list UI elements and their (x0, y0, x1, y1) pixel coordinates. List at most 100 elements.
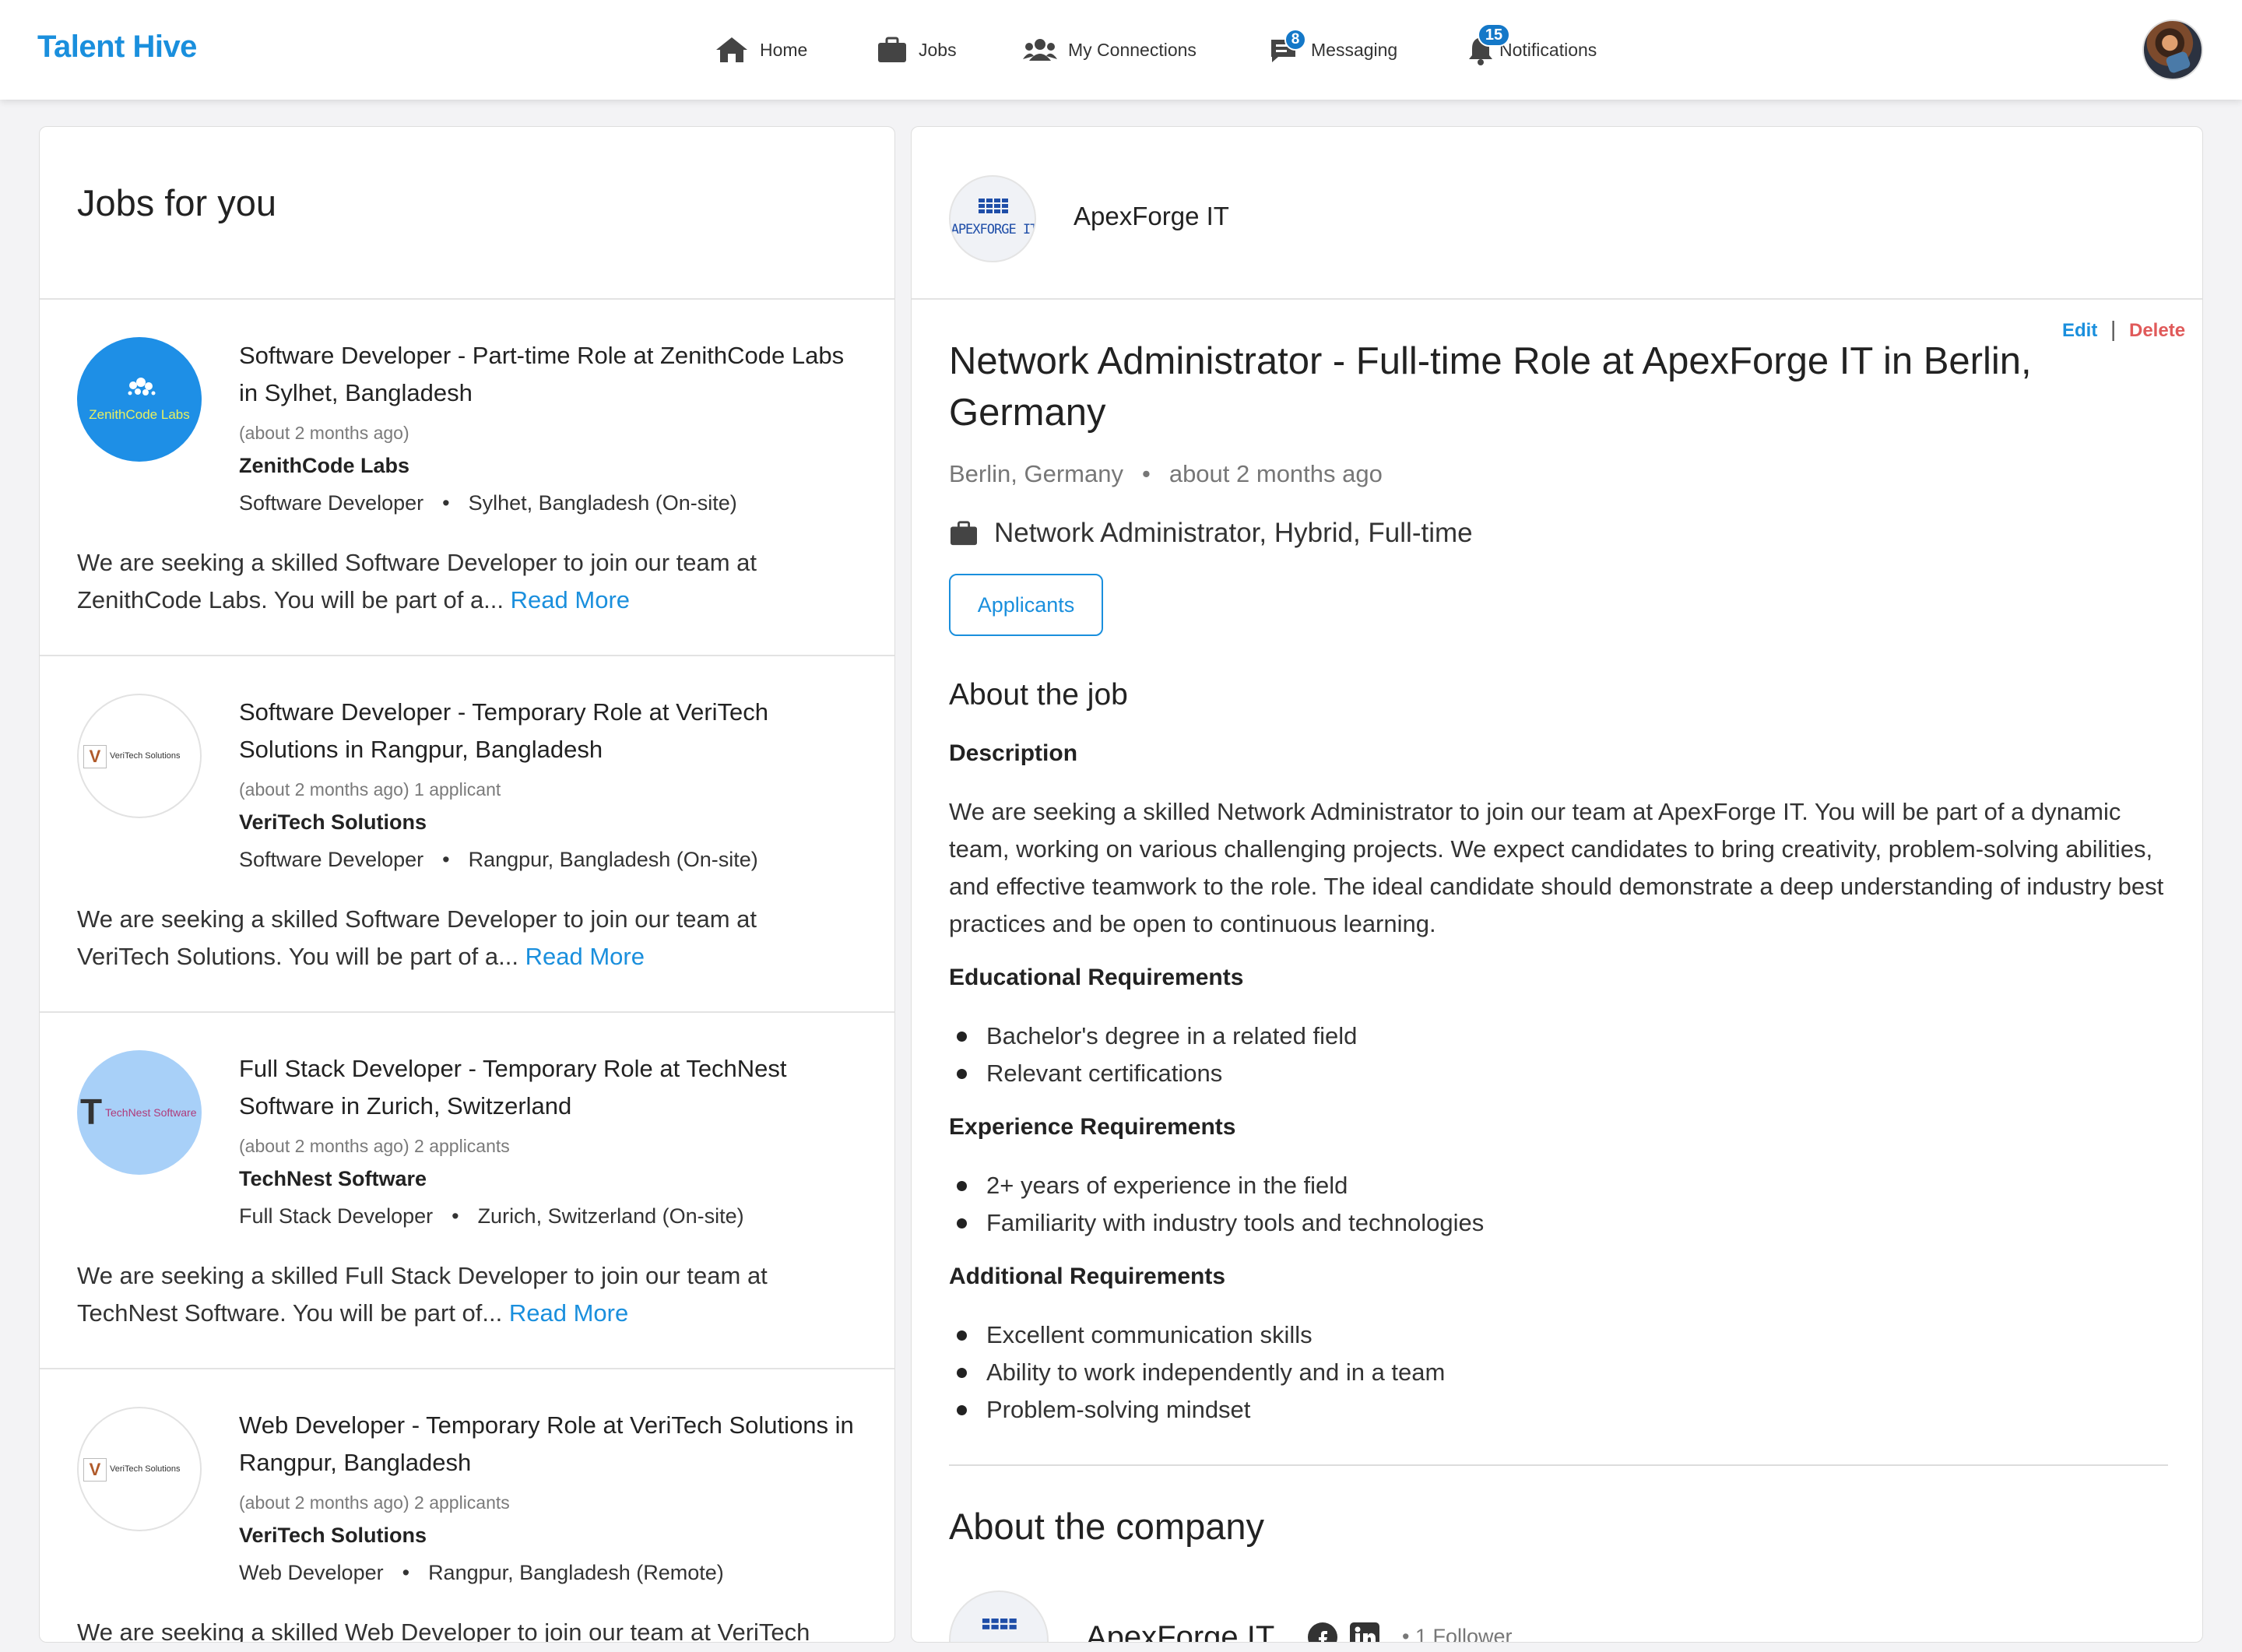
company-logo[interactable]: APEXFORGE IT (949, 175, 1036, 262)
read-more-link[interactable]: Read More (525, 943, 645, 970)
edit-link[interactable]: Edit (2062, 320, 2097, 342)
list-item: Bachelor's degree in a related field (949, 1018, 1357, 1055)
job-meta: (about 2 months ago) 2 applicants (239, 1492, 510, 1513)
read-more-link[interactable]: Read More (511, 586, 630, 613)
company-logo-text: APEXFORGE IT (951, 222, 1036, 237)
job-detail-type-text: Network Administrator, Hybrid, Full-time (994, 518, 1473, 548)
job-title[interactable]: Software Developer - Part-time Role at Z… (239, 337, 862, 412)
job-company: VeriTech Solutions (239, 810, 427, 834)
jobs-list-panel: Jobs for you ZenithCode Labs Software De… (39, 126, 895, 1643)
job-card[interactable]: V VeriTech Solutions Software Developer … (40, 656, 894, 1013)
job-description-text: We are seeking a skilled Software Develo… (77, 905, 757, 970)
social-links (1307, 1622, 1380, 1643)
job-title[interactable]: Software Developer - Temporary Role at V… (239, 694, 862, 768)
linkedin-icon[interactable] (1349, 1622, 1380, 1643)
bullet-separator: • (442, 491, 450, 515)
add-req-heading: Additional Requirements (949, 1264, 1226, 1289)
list-item: Problem-solving mindset (949, 1391, 1445, 1429)
job-detail-location: Berlin, Germany (949, 460, 1123, 487)
notifications-badge: 15 (1478, 23, 1510, 47)
people-icon (1023, 37, 1057, 62)
job-description: We are seeking a skilled Software Develo… (77, 544, 856, 619)
applicants-button[interactable]: Applicants (949, 574, 1103, 636)
job-company: ZenithCode Labs (239, 454, 410, 477)
job-location: Rangpur, Bangladesh (Remote) (428, 1561, 724, 1584)
add-req-list: Excellent communication skills Ability t… (949, 1316, 1445, 1429)
veritech-mark-icon: V (83, 1458, 107, 1482)
job-location: Rangpur, Bangladesh (On-site) (468, 848, 758, 871)
job-detail-meta: Berlin, Germany • about 2 months ago (949, 460, 1383, 488)
company-name[interactable]: ApexForge IT (1074, 202, 1229, 231)
about-company-heading: About the company (949, 1506, 1264, 1547)
job-company: TechNest Software (239, 1167, 427, 1190)
list-item: 2+ years of experience in the field (949, 1167, 1484, 1204)
home-icon (715, 36, 749, 64)
job-title[interactable]: Full Stack Developer - Temporary Role at… (239, 1050, 862, 1125)
briefcase-icon (877, 36, 908, 64)
job-location: Zurich, Switzerland (On-site) (477, 1204, 744, 1228)
message-icon: 8 (1269, 29, 1306, 65)
user-avatar[interactable] (2142, 19, 2203, 80)
company-logo-text: VeriTech Solutions (110, 751, 181, 761)
job-meta: (about 2 months ago) (239, 423, 409, 443)
veritech-mark-icon: V (83, 745, 107, 768)
job-detail-title: Network Administrator - Full-time Role a… (949, 340, 2032, 434)
messaging-badge: 8 (1284, 29, 1306, 51)
company-logo-small[interactable] (949, 1590, 1049, 1642)
bell-icon: 15 (1467, 23, 1510, 65)
job-meta: (about 2 months ago) 1 applicant (239, 779, 501, 800)
read-more-link[interactable]: Read More (509, 1299, 628, 1327)
detail-header: APEXFORGE IT ApexForge IT (912, 127, 2202, 300)
exp-req-heading: Experience Requirements (949, 1114, 1236, 1140)
followers-count: • 1 Follower (1402, 1625, 1513, 1642)
company-logo: V VeriTech Solutions (77, 694, 202, 818)
top-navbar: Talent Hive Home Jobs My Connections 8 M… (0, 0, 2242, 100)
jobs-list-header: Jobs for you (40, 127, 894, 300)
about-company-name[interactable]: ApexForge IT (1086, 1620, 1274, 1642)
nav-home-label: Home (760, 39, 808, 60)
company-logo-text: TechNest Software (105, 1106, 197, 1119)
nav-notifications[interactable]: 15 Notifications (1467, 0, 1597, 100)
job-detail-panel: APEXFORGE IT ApexForge IT Edit | Delete … (911, 126, 2203, 1643)
job-description: We are seeking a skilled Web Developer t… (77, 1614, 856, 1642)
nav-connections[interactable]: My Connections (1023, 0, 1197, 100)
nav-messaging[interactable]: 8 Messaging (1269, 0, 1397, 100)
section-divider (949, 1464, 2168, 1466)
briefcase-icon (951, 521, 977, 546)
job-role: Full Stack Developer (239, 1204, 434, 1228)
list-item: Ability to work independently and in a t… (949, 1354, 1445, 1391)
technest-mark-icon: T (80, 1091, 103, 1132)
job-detail-posted: about 2 months ago (1168, 460, 1383, 487)
job-description: We are seeking a skilled Full Stack Deve… (77, 1257, 856, 1332)
about-job-heading: About the job (949, 678, 1128, 712)
nav-home[interactable]: Home (715, 0, 807, 100)
job-role: Web Developer (239, 1561, 384, 1584)
job-role: Software Developer (239, 491, 424, 515)
job-role: Software Developer (239, 848, 424, 871)
job-card[interactable]: ZenithCode Labs Software Developer - Par… (40, 300, 894, 656)
nav-connections-label: My Connections (1068, 39, 1197, 60)
bullet-separator: • (1141, 460, 1151, 487)
job-role-location: Web Developer • Rangpur, Bangladesh (Remot… (239, 1561, 724, 1585)
brand-logo[interactable]: Talent Hive (37, 30, 197, 65)
job-role-location: Software Developer • Sylhet, Bangladesh (O… (239, 491, 737, 515)
company-logo: V VeriTech Solutions (77, 1407, 202, 1531)
nav-jobs-label: Jobs (919, 39, 957, 60)
list-item: Relevant certifications (949, 1055, 1357, 1092)
edu-req-list: Bachelor's degree in a related field Rel… (949, 1018, 1357, 1092)
job-description-text: We are seeking a skilled Full Stack Deve… (77, 1262, 768, 1327)
facebook-icon[interactable] (1307, 1622, 1338, 1643)
list-item: Excellent communication skills (949, 1316, 1445, 1354)
job-detail-type: Network Administrator, Hybrid, Full-time (949, 518, 1473, 549)
job-company: VeriTech Solutions (239, 1524, 427, 1547)
job-card[interactable]: T TechNest Software Full Stack Developer… (40, 1013, 894, 1369)
delete-link[interactable]: Delete (2129, 320, 2185, 342)
list-item: Familiarity with industry tools and tech… (949, 1204, 1484, 1242)
company-logo-text: VeriTech Solutions (110, 1464, 181, 1474)
job-card[interactable]: V VeriTech Solutions Web Developer - Tem… (40, 1369, 894, 1642)
nav-jobs[interactable]: Jobs (877, 0, 957, 100)
company-logo: T TechNest Software (77, 1050, 202, 1175)
jobs-list-title: Jobs for you (77, 182, 277, 223)
edu-req-heading: Educational Requirements (949, 965, 1244, 990)
job-title[interactable]: Web Developer - Temporary Role at VeriTe… (239, 1407, 862, 1482)
